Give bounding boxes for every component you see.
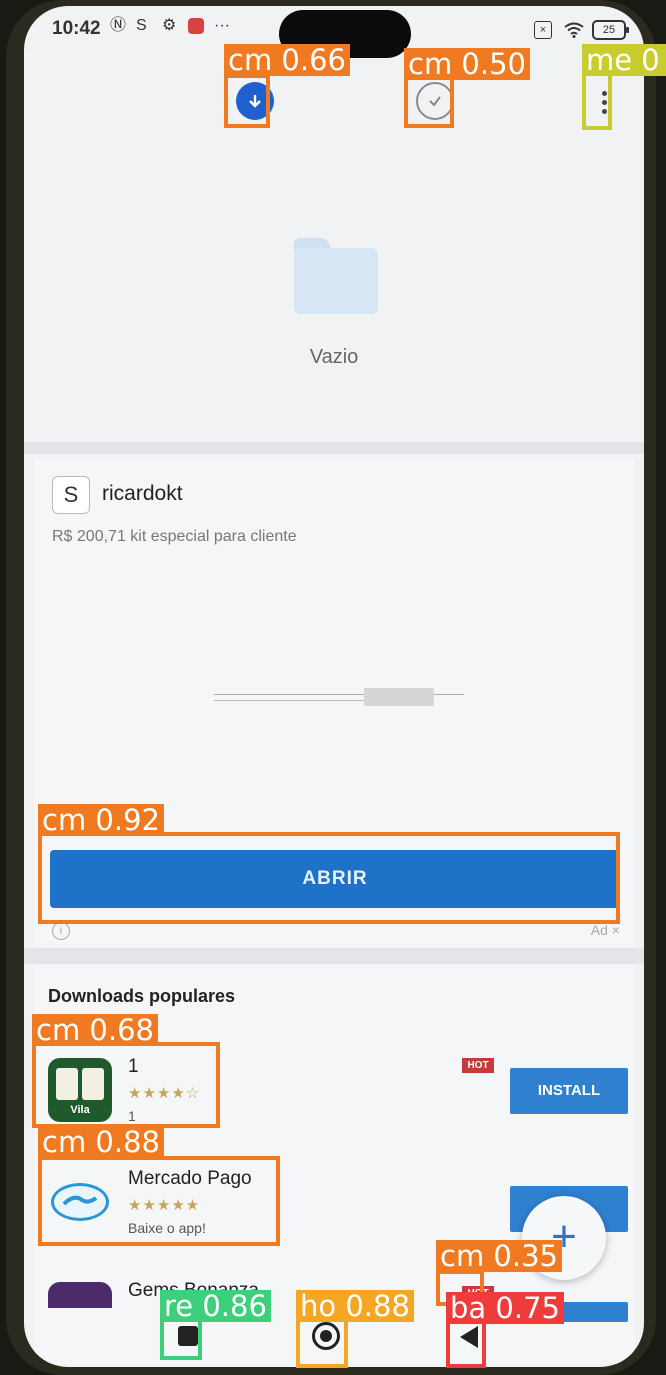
- nfc-icon: Ⓝ: [110, 17, 127, 34]
- status-icons-right: × 25: [534, 20, 629, 40]
- s-app-icon: Ѕ: [136, 17, 147, 34]
- ad-preview-image: [214, 688, 464, 708]
- detection-box: [404, 76, 454, 128]
- status-icons-left: Ⓝ Ѕ ⚙ ···: [110, 18, 244, 34]
- detection-box: [446, 1320, 486, 1368]
- detection-label: re 0.86: [160, 1290, 271, 1322]
- section-divider: [24, 442, 644, 454]
- detection-label: ho 0.88: [296, 1290, 414, 1322]
- detection-label: cm 0.50: [404, 48, 530, 80]
- detection-label: cm 0.88: [38, 1126, 164, 1158]
- detection-label: cm 0.35: [436, 1240, 562, 1272]
- empty-label: Vazio: [309, 346, 359, 368]
- advertiser-avatar: S: [52, 476, 90, 514]
- empty-state: Vazio: [24, 146, 644, 446]
- detection-label: cm 0.92: [38, 804, 164, 836]
- more-notifications-icon: ···: [214, 17, 230, 34]
- detection-box: [296, 1316, 348, 1368]
- status-time: 10:42: [52, 18, 101, 39]
- mail-app-icon: [188, 18, 204, 34]
- detection-label: cm 0.68: [32, 1014, 158, 1046]
- advertiser-name: ricardokt: [102, 482, 183, 505]
- empty-folder-icon: [294, 238, 378, 314]
- install-button[interactable]: INSTALL: [510, 1068, 628, 1114]
- no-sim-icon: ×: [534, 21, 552, 39]
- wifi-icon: [564, 22, 584, 38]
- detection-label: ba 0.75: [446, 1292, 564, 1324]
- gems-app-icon: [48, 1282, 112, 1308]
- detection-box: [582, 72, 612, 130]
- detection-label: cm 0.66: [224, 44, 350, 76]
- detection-box: [38, 1156, 280, 1246]
- battery-icon: 25: [592, 20, 629, 40]
- detection-box: [32, 1042, 220, 1128]
- detection-label: me 0: [582, 44, 666, 76]
- popular-title: Downloads populares: [48, 986, 236, 1006]
- ad-info-icon[interactable]: i: [52, 922, 70, 940]
- hot-badge: HOT: [462, 1058, 494, 1073]
- detection-box: [38, 832, 620, 924]
- ad-close-tag[interactable]: Ad ×: [591, 922, 620, 938]
- detection-box: [224, 74, 270, 128]
- gear-icon: ⚙: [162, 17, 177, 34]
- section-divider: [24, 948, 644, 964]
- detection-box: [160, 1318, 202, 1360]
- ad-subtitle: R$ 200,71 kit especial para cliente: [52, 528, 297, 545]
